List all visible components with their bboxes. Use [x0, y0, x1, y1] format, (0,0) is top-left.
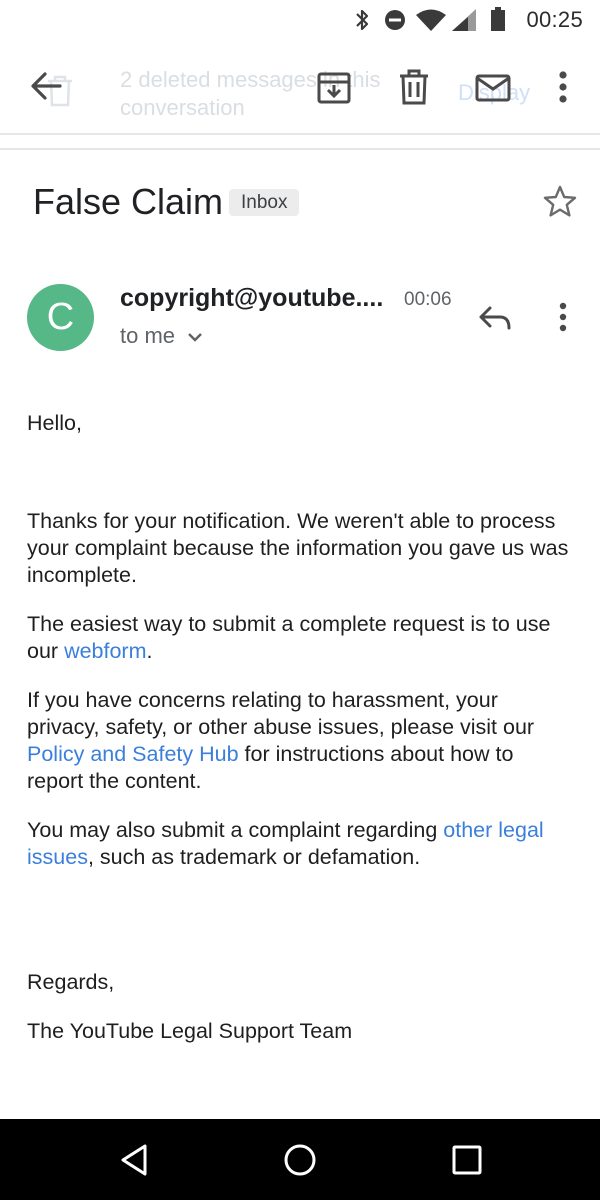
- chevron-down-icon[interactable]: [187, 332, 203, 342]
- reply-icon[interactable]: [478, 305, 512, 331]
- nav-back-icon[interactable]: [119, 1143, 149, 1177]
- greeting: Hello,: [27, 411, 82, 435]
- nav-recents-icon[interactable]: [452, 1145, 482, 1175]
- body-paragraph-3: If you have concerns relating to harassm…: [27, 688, 535, 793]
- wifi-icon: [416, 9, 446, 31]
- status-time: 00:25: [526, 7, 583, 32]
- mail-icon[interactable]: [475, 74, 511, 102]
- avatar[interactable]: C: [27, 284, 94, 351]
- more-vert-icon[interactable]: [557, 70, 569, 104]
- message-time: 00:06: [404, 289, 452, 310]
- signature: The YouTube Legal Support Team: [27, 1019, 353, 1043]
- recipient-label: to me: [120, 323, 176, 348]
- nav-home-icon[interactable]: [283, 1143, 317, 1177]
- email-subject: False Claim: [33, 181, 224, 222]
- inbox-label[interactable]: Inbox: [229, 189, 300, 216]
- trash-icon[interactable]: [399, 69, 429, 105]
- recipient-details[interactable]: to me: [120, 323, 203, 349]
- sender-address[interactable]: copyright@youtube....: [120, 284, 383, 313]
- body-paragraph-2: The easiest way to submit a complete req…: [27, 612, 551, 663]
- header-divider: [0, 148, 600, 150]
- back-arrow-icon[interactable]: [30, 71, 62, 101]
- navigation-bar: [0, 1119, 600, 1200]
- closing: Regards,: [27, 970, 115, 994]
- bluetooth-icon: [356, 9, 369, 31]
- body-paragraph-4: You may also submit a complaint regardin…: [27, 818, 544, 869]
- toolbar-divider: [0, 133, 600, 135]
- message-body: Hello, Thanks for your notification. We …: [27, 410, 575, 1045]
- battery-icon: [491, 7, 505, 31]
- body-paragraph-1: Thanks for your notification. We weren't…: [27, 509, 569, 587]
- signal-icon: [452, 9, 476, 31]
- archive-icon[interactable]: [317, 71, 351, 105]
- status-bar: 00:25: [0, 0, 600, 40]
- message-more-icon[interactable]: [557, 302, 569, 332]
- policy-safety-hub-link[interactable]: Policy and Safety Hub: [27, 742, 239, 766]
- do-not-disturb-icon: [385, 10, 405, 30]
- deleted-messages-notice: 2 deleted messages in this conversation: [120, 67, 381, 120]
- star-icon[interactable]: [543, 185, 577, 217]
- app-toolbar: 2 deleted messages in this conversation …: [0, 42, 600, 134]
- webform-link[interactable]: webform: [64, 639, 146, 663]
